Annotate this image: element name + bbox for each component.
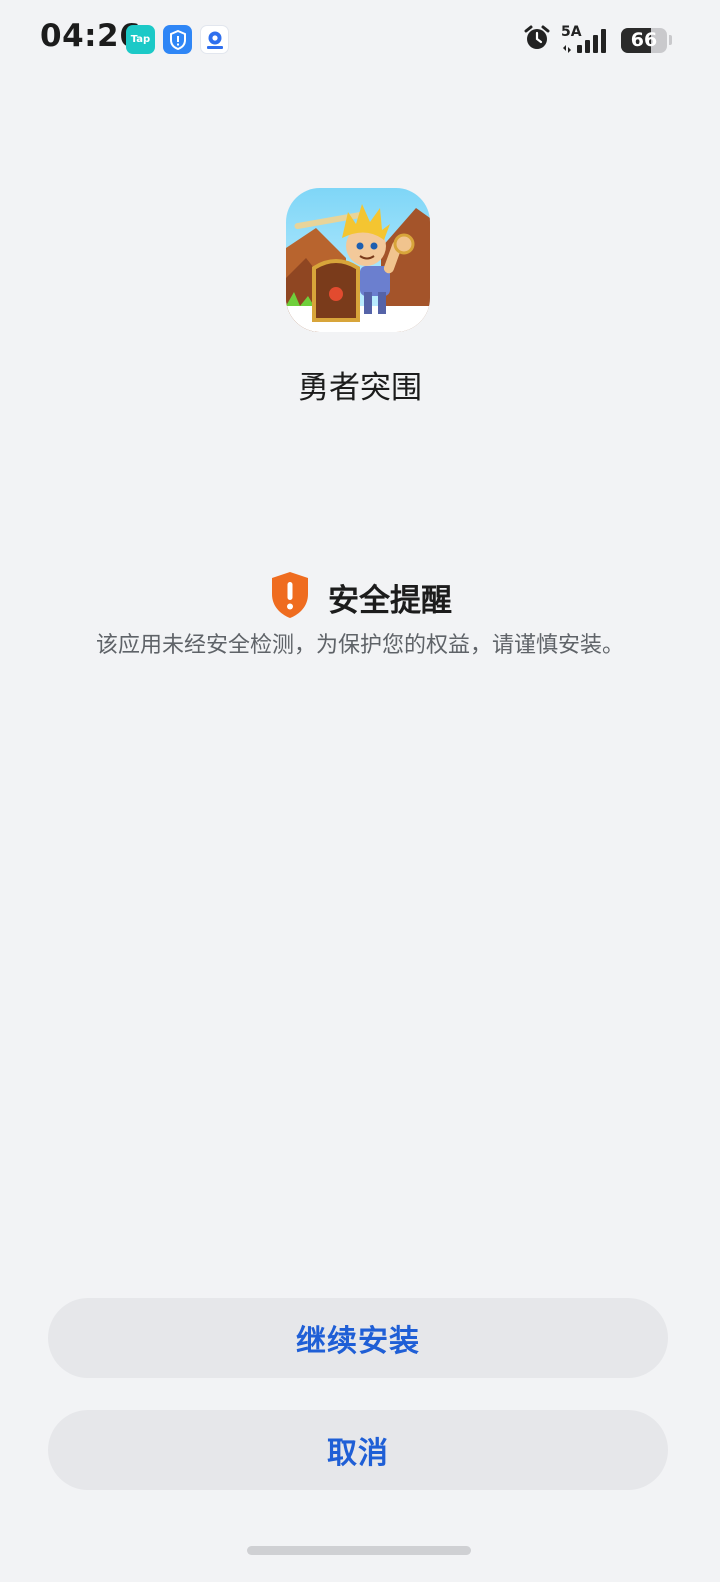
status-right-group: 5A 66 (523, 24, 672, 56)
tap-app-icon-label: Tap (130, 34, 151, 45)
battery-icon: 66 (621, 27, 667, 53)
security-notice-header: 安全提醒 (0, 570, 720, 624)
warning-shield-icon (268, 570, 312, 624)
cancel-button[interactable]: 取消 (48, 1410, 668, 1490)
security-description: 该应用未经安全检测，为保护您的权益，请谨慎安装。 (95, 633, 624, 658)
shield-app-icon (163, 25, 192, 54)
battery-level-text: 66 (630, 28, 658, 51)
notification-icons: Tap (126, 25, 229, 54)
tap-app-icon: Tap (126, 25, 155, 54)
continue-install-button[interactable]: 继续安装 (48, 1298, 668, 1378)
home-indicator[interactable] (247, 1546, 471, 1555)
map-app-icon (200, 25, 229, 54)
security-title: 安全提醒 (328, 582, 452, 619)
alarm-icon (523, 24, 551, 56)
battery-indicator: 66 (621, 27, 672, 53)
signal-icon: 5A (561, 24, 611, 54)
status-bar: 04:26 Tap 5A 66 (0, 0, 720, 82)
battery-tip (669, 35, 672, 45)
game-hero-icon (286, 188, 430, 332)
app-icon (286, 188, 430, 332)
app-name: 勇者突围 (298, 370, 422, 406)
